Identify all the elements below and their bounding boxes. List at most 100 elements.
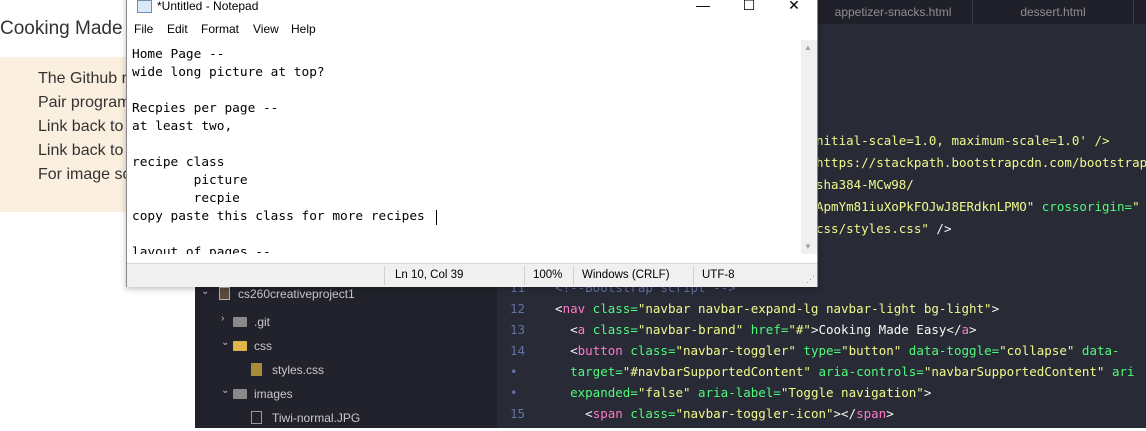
- code-token: <: [540, 343, 578, 358]
- code-token: aria-label=: [690, 385, 781, 400]
- code-line: 12 <nav class="navbar navbar-expand-lg n…: [498, 301, 999, 316]
- code-token: https://stackpath.bootstrapcdn.com/boots…: [816, 155, 1146, 170]
- code-token: >Cooking Made Easy</: [810, 322, 962, 337]
- card-text-line: For image sc: [38, 166, 131, 183]
- resize-grip-icon[interactable]: ⋰: [806, 274, 815, 285]
- tree-item-label: .git: [254, 315, 271, 329]
- text-caret: [436, 210, 437, 225]
- menu-file[interactable]: File: [134, 22, 153, 36]
- card-text-line: Pair program: [38, 94, 131, 111]
- code-line: 13 < a class="navbar-brand" href="#">Cook…: [498, 322, 977, 337]
- text-line: Recpies per page --: [132, 101, 279, 116]
- notepad-icon: [137, 0, 152, 13]
- code-token: type=: [795, 343, 842, 358]
- code-token: />: [928, 221, 952, 236]
- text-line: layout of pages --: [132, 245, 271, 254]
- code-token: data-: [1074, 343, 1120, 358]
- tree-item-label: cs260creativeproject1: [238, 287, 355, 301]
- code-token: href=: [743, 322, 789, 337]
- line-number: 13: [510, 322, 526, 337]
- editor-tab-bar: appetizer-snacks.html dessert.html: [814, 0, 1146, 24]
- status-divider: [384, 266, 385, 285]
- code-token: "#navbarSupportedContent": [622, 364, 811, 379]
- text-line: picture: [132, 173, 248, 188]
- notepad-window: *Untitled - Notepad — ☐ ✕ File Edit Form…: [126, 0, 818, 287]
- line-number: •: [510, 385, 518, 400]
- code-token: ": [1132, 199, 1140, 214]
- code-line: 14 <button class="navbar-toggler" type="…: [498, 343, 1120, 358]
- code-token: css/styles.css": [816, 221, 929, 236]
- code-token: <: [540, 322, 578, 337]
- line-number: 15: [510, 406, 526, 421]
- code-line: css/styles.css" />: [816, 221, 951, 236]
- cursor-position: Ln 10, Col 39: [395, 269, 464, 281]
- code-token: ></: [833, 406, 857, 421]
- code-line: • target="#navbarSupportedContent" aria-…: [498, 364, 1135, 379]
- code-token: "navbar-toggler": [675, 343, 796, 358]
- code-token: "#": [788, 322, 811, 337]
- card-text-line: Link back to: [38, 118, 124, 135]
- code-token: "navbarSupportedContent": [923, 364, 1105, 379]
- minimize-button[interactable]: —: [680, 0, 726, 19]
- code-token: "collapse": [999, 343, 1075, 358]
- code-line: nitial-scale=1.0, maximum-scale=1.0' />: [816, 133, 1110, 148]
- tree-item-label: css: [254, 339, 272, 353]
- encoding: UTF-8: [702, 269, 735, 281]
- code-token: >: [923, 385, 932, 400]
- line-ending: Windows (CRLF): [582, 269, 670, 281]
- file-tree: ⌄ cs260creativeproject1 › .git ⌄ css sty…: [195, 280, 497, 428]
- menu-view[interactable]: View: [253, 22, 279, 36]
- text-line: at least two,: [132, 119, 233, 134]
- text-editor-area[interactable]: Home Page -- wide long picture at top? R…: [127, 40, 799, 254]
- menu-help[interactable]: Help: [291, 22, 316, 36]
- close-button[interactable]: ✕: [771, 0, 817, 19]
- code-token: "button": [841, 343, 902, 358]
- text-line: recpie: [132, 191, 240, 206]
- text-line: recipe class: [132, 155, 225, 170]
- tab-appetizer-snacks[interactable]: appetizer-snacks.html: [814, 0, 972, 24]
- code-token: class=: [585, 322, 638, 337]
- css-file-icon: [251, 363, 262, 376]
- menu-edit[interactable]: Edit: [167, 22, 188, 36]
- menu-format[interactable]: Format: [201, 22, 239, 36]
- tree-item-label: styles.css: [272, 363, 325, 377]
- line-number: 12: [510, 301, 526, 316]
- folder-icon: [233, 317, 247, 327]
- code-token: class=: [622, 343, 676, 358]
- tree-item-label: Tiwi-normal.JPG: [272, 411, 361, 425]
- chevron-down-icon: ⌄: [221, 385, 230, 396]
- code-token: <: [540, 301, 563, 316]
- code-token: data-toggle=: [901, 343, 1000, 358]
- text-line: wide long picture at top?: [132, 65, 325, 80]
- tab-divider: [1133, 0, 1134, 24]
- menu-bar: File Edit Format View Help: [127, 19, 817, 40]
- line-number: 14: [510, 343, 526, 358]
- code-token: >: [991, 301, 1000, 316]
- code-token: class=: [622, 406, 676, 421]
- code-token: nav: [562, 301, 586, 316]
- code-token: class=: [585, 301, 638, 316]
- tab-dessert[interactable]: dessert.html: [973, 0, 1133, 24]
- maximize-button[interactable]: ☐: [726, 0, 772, 19]
- book-icon: [219, 287, 230, 300]
- card-text-line: Link back to: [38, 142, 124, 159]
- code-token: ari: [1104, 364, 1135, 379]
- code-line: 15 <span class="navbar-toggler-icon"></s…: [498, 406, 894, 421]
- code-token: expanded=: [540, 385, 638, 400]
- chevron-down-icon: ⌄: [221, 337, 230, 348]
- site-brand[interactable]: Cooking Made: [0, 18, 123, 40]
- card-text-line: The Github r: [38, 70, 127, 87]
- code-token: button: [577, 343, 623, 358]
- vertical-scrollbar[interactable]: ▲ ▼: [801, 40, 817, 254]
- scroll-down-arrow-icon[interactable]: ▼: [804, 242, 812, 251]
- chevron-right-icon: ›: [221, 313, 225, 324]
- zoom-level: 100%: [533, 269, 563, 281]
- code-token: span: [856, 406, 887, 421]
- code-token: <: [540, 406, 593, 421]
- scroll-up-arrow-icon[interactable]: ▲: [804, 43, 812, 52]
- code-token: target=: [540, 364, 623, 379]
- status-bar: Ln 10, Col 39 100% Windows (CRLF) UTF-8 …: [127, 263, 817, 287]
- code-token: >: [886, 406, 894, 421]
- title-bar[interactable]: *Untitled - Notepad — ☐ ✕: [127, 0, 817, 19]
- code-token: "navbar-brand": [637, 322, 744, 337]
